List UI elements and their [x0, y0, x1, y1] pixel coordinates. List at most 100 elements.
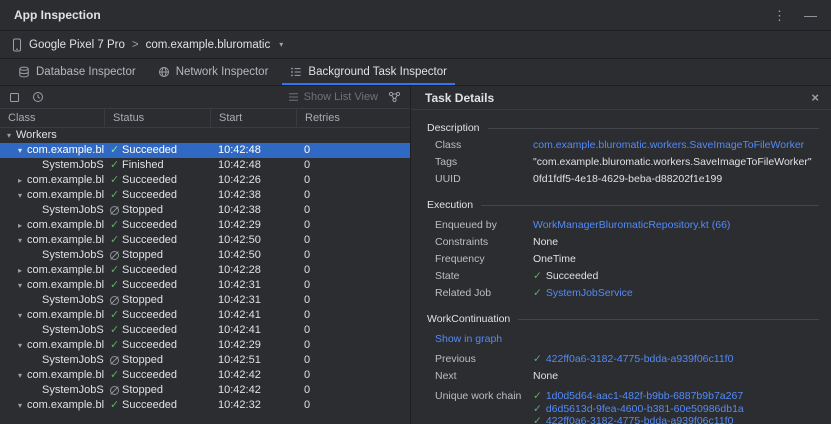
- expand-chevron-icon[interactable]: [13, 188, 27, 203]
- status-text: Succeeded: [122, 398, 177, 413]
- frequency-value: OneTime: [533, 253, 819, 265]
- chain-work-link[interactable]: d6d5613d-9fea-4600-b381-60e50986db1a: [546, 403, 744, 415]
- graph-view-icon[interactable]: [388, 91, 401, 103]
- stop-icon[interactable]: [9, 92, 20, 103]
- tab-database-inspector[interactable]: Database Inspector: [8, 59, 146, 85]
- table-row[interactable]: SystemJobS Succeeded 10:42:41 0: [0, 323, 410, 338]
- retries-cell: 0: [296, 248, 410, 263]
- show-list-view-button[interactable]: Show List View: [288, 91, 378, 103]
- class-cell: com.example.bl: [0, 398, 104, 413]
- table-row[interactable]: com.example.bl Succeeded 10:42:42 0: [0, 368, 410, 383]
- start-cell: 10:42:28: [210, 263, 296, 278]
- expand-chevron-icon[interactable]: [13, 278, 27, 293]
- class-link[interactable]: com.example.bluromatic.workers.SaveImage…: [533, 139, 804, 151]
- detail-row-next: Next None: [435, 370, 819, 382]
- expand-chevron-icon[interactable]: [13, 263, 27, 278]
- expand-chevron-icon[interactable]: [13, 233, 27, 248]
- tab-background-task-inspector[interactable]: Background Task Inspector: [280, 59, 457, 85]
- status-icon: [109, 278, 122, 293]
- status-icon: [109, 173, 122, 188]
- network-globe-icon: [158, 66, 170, 78]
- retries-cell: 0: [296, 398, 410, 413]
- table-row[interactable]: SystemJobS Stopped 10:42:51 0: [0, 353, 410, 368]
- table-row[interactable]: com.example.bl Succeeded 10:42:31 0: [0, 278, 410, 293]
- start-cell: 10:42:48: [210, 158, 296, 173]
- process-name: com.example.bluromatic: [146, 39, 271, 51]
- detail-label: Unique work chain: [435, 390, 533, 402]
- tab-network-inspector[interactable]: Network Inspector: [148, 59, 279, 85]
- table-row[interactable]: SystemJobS Stopped 10:42:50 0: [0, 248, 410, 263]
- expand-chevron-icon[interactable]: [13, 173, 27, 188]
- section-title: Execution: [427, 199, 473, 211]
- close-icon[interactable]: ×: [811, 91, 819, 104]
- clock-icon[interactable]: [32, 91, 44, 103]
- detail-label: Enqueued by: [435, 219, 533, 231]
- related-job-link[interactable]: SystemJobService: [546, 287, 633, 299]
- detail-label: Next: [435, 370, 533, 382]
- class-name-text: SystemJobS: [42, 203, 104, 218]
- expand-chevron-icon[interactable]: [2, 128, 16, 143]
- table-row[interactable]: com.example.bl Succeeded 10:42:48 0: [0, 143, 410, 158]
- class-name-text: SystemJobS: [42, 158, 104, 173]
- expand-chevron-icon[interactable]: [13, 338, 27, 353]
- task-details-title: Task Details: [425, 91, 494, 105]
- status-icon: [109, 248, 122, 263]
- expand-chevron-icon[interactable]: [13, 308, 27, 323]
- table-row[interactable]: com.example.bl Succeeded 10:42:28 0: [0, 263, 410, 278]
- status-text: Succeeded: [122, 368, 177, 383]
- detail-row-uuid: UUID 0fd1fdf5-4e18-4629-beba-d88202f1e19…: [435, 173, 819, 185]
- expand-chevron-icon[interactable]: [13, 218, 27, 233]
- device-process-selector[interactable]: Google Pixel 7 Pro > com.example.bluroma…: [0, 31, 831, 59]
- status-icon: [109, 263, 122, 278]
- status-text: Stopped: [122, 203, 163, 218]
- expand-chevron-icon[interactable]: [13, 398, 27, 413]
- class-name-text: SystemJobS: [42, 293, 104, 308]
- class-cell: com.example.bl: [0, 173, 104, 188]
- table-row[interactable]: com.example.bl Succeeded 10:42:29 0: [0, 338, 410, 353]
- column-header-status[interactable]: Status: [104, 109, 210, 127]
- list-view-icon: [288, 92, 299, 102]
- table-row[interactable]: com.example.bl Succeeded 10:42:38 0: [0, 188, 410, 203]
- table-row[interactable]: SystemJobS Stopped 10:42:38 0: [0, 203, 410, 218]
- expand-chevron-icon[interactable]: [13, 368, 27, 383]
- start-cell: 10:42:38: [210, 203, 296, 218]
- tool-window-titlebar: App Inspection ⋮ —: [0, 0, 831, 31]
- start-cell: 10:42:31: [210, 278, 296, 293]
- chain-work-link[interactable]: 1d0d5d64-aac1-482f-b9bb-6887b9b7a267: [546, 390, 743, 402]
- table-row[interactable]: com.example.bl Succeeded 10:42:50 0: [0, 233, 410, 248]
- detail-label: Tags: [435, 156, 533, 168]
- table-row[interactable]: SystemJobS Stopped 10:42:31 0: [0, 293, 410, 308]
- status-icon: [109, 143, 122, 158]
- uuid-value: 0fd1fdf5-4e18-4629-beba-d88202f1e199: [533, 173, 819, 185]
- table-row[interactable]: SystemJobS Stopped 10:42:42 0: [0, 383, 410, 398]
- table-row[interactable]: SystemJobS Finished 10:42:48 0: [0, 158, 410, 173]
- table-row[interactable]: com.example.bl Succeeded 10:42:29 0: [0, 218, 410, 233]
- table-row[interactable]: com.example.bl Succeeded 10:42:26 0: [0, 173, 410, 188]
- class-cell: com.example.bl: [0, 143, 104, 158]
- column-header-start[interactable]: Start: [210, 109, 296, 127]
- class-name-text: SystemJobS: [42, 323, 104, 338]
- column-header-retries[interactable]: Retries: [296, 109, 410, 127]
- previous-work-link[interactable]: 422ff0a6-3182-4775-bdda-a939f06c11f0: [546, 353, 734, 365]
- retries-cell: 0: [296, 368, 410, 383]
- retries-cell: 0: [296, 383, 410, 398]
- show-in-graph-link[interactable]: Show in graph: [435, 333, 502, 345]
- group-row-workers[interactable]: Workers: [0, 128, 410, 143]
- task-rows: com.example.bl Succeeded 10:42:48 0: [0, 143, 410, 413]
- table-row[interactable]: com.example.bl Succeeded 10:42:32 0: [0, 398, 410, 413]
- minimize-icon[interactable]: —: [804, 9, 817, 22]
- start-cell: 10:42:41: [210, 308, 296, 323]
- class-cell: com.example.bl: [0, 338, 104, 353]
- section-workcontinuation: WorkContinuation: [427, 313, 819, 325]
- retries-cell: 0: [296, 158, 410, 173]
- check-icon: ✓: [533, 353, 542, 365]
- options-kebab-icon[interactable]: ⋮: [773, 9, 786, 22]
- task-list-icon: [290, 66, 302, 78]
- table-row[interactable]: com.example.bl Succeeded 10:42:41 0: [0, 308, 410, 323]
- class-cell: SystemJobS: [0, 323, 104, 338]
- expand-chevron-icon[interactable]: [13, 143, 27, 158]
- column-header-class[interactable]: Class: [0, 109, 104, 127]
- group-start-cell: [212, 128, 298, 143]
- enqueued-by-link[interactable]: WorkManagerBluromaticRepository.kt (66): [533, 219, 730, 231]
- chain-work-link[interactable]: 422ff0a6-3182-4775-bdda-a939f06c11f0: [546, 415, 734, 424]
